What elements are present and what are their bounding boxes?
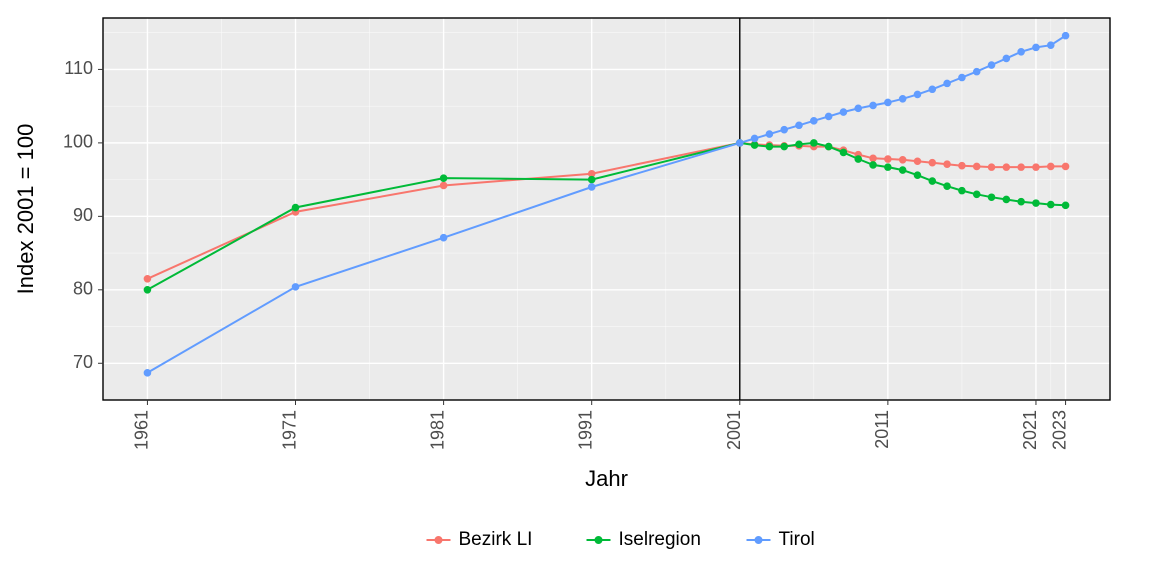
y-tick-label: 80 xyxy=(73,279,93,299)
chart-container: 70 80 90 100 110 1961 1971 1981 1991 2001 2011 2021… xyxy=(0,0,1152,576)
series-point xyxy=(292,284,298,290)
series-point xyxy=(974,191,980,197)
series-point xyxy=(870,162,876,168)
series-point xyxy=(796,122,802,128)
series-point xyxy=(959,74,965,80)
series-point xyxy=(870,102,876,108)
series-point xyxy=(811,118,817,124)
legend-label: Iselregion xyxy=(619,529,701,550)
series-point xyxy=(1033,200,1039,206)
series-point xyxy=(899,96,905,102)
y-axis-title: Index 2001 = 100 xyxy=(13,124,38,295)
series-point xyxy=(1003,196,1009,202)
legend-key-point xyxy=(595,537,602,544)
series-point xyxy=(751,142,757,148)
series-point xyxy=(737,140,743,146)
series-point xyxy=(988,62,994,68)
series-point xyxy=(1048,201,1054,207)
series-point xyxy=(944,183,950,189)
series-point xyxy=(899,167,905,173)
legend-key-point xyxy=(435,537,442,544)
x-tick-label: 1971 xyxy=(280,410,300,450)
legend-key-point xyxy=(755,537,762,544)
series-point xyxy=(825,143,831,149)
series-point xyxy=(1018,49,1024,55)
series-point xyxy=(959,187,965,193)
x-tick-label: 2021 xyxy=(1020,410,1040,450)
x-tick-label: 1981 xyxy=(428,410,448,450)
series-point xyxy=(1003,164,1009,170)
series-point xyxy=(440,234,446,240)
y-tick-label: 70 xyxy=(73,352,93,372)
series-point xyxy=(144,276,150,282)
series-point xyxy=(914,91,920,97)
series-point xyxy=(974,68,980,74)
series-point xyxy=(292,204,298,210)
series-point xyxy=(1062,163,1068,169)
legend-label: Tirol xyxy=(779,529,815,550)
y-tick-label: 110 xyxy=(64,58,93,78)
series-point xyxy=(588,184,594,190)
series-point xyxy=(885,164,891,170)
series-point xyxy=(440,182,446,188)
series-point xyxy=(929,178,935,184)
x-tick-label: 2023 xyxy=(1050,410,1070,450)
series-point xyxy=(899,157,905,163)
series-point xyxy=(929,160,935,166)
series-point xyxy=(1033,44,1039,50)
series-point xyxy=(840,109,846,115)
series-point xyxy=(440,175,446,181)
series-point xyxy=(1033,164,1039,170)
series-point xyxy=(811,140,817,146)
series-point xyxy=(1018,198,1024,204)
series-point xyxy=(929,86,935,92)
series-point xyxy=(840,149,846,155)
series-point xyxy=(959,162,965,168)
series-point xyxy=(588,176,594,182)
series-point xyxy=(885,156,891,162)
series-point xyxy=(766,131,772,137)
series-point xyxy=(1018,164,1024,170)
series-point xyxy=(855,105,861,111)
x-tick-label: 1961 xyxy=(131,410,151,450)
series-point xyxy=(1062,202,1068,208)
series-point xyxy=(944,80,950,86)
series-point xyxy=(781,126,787,132)
series-point xyxy=(870,155,876,161)
series-point xyxy=(1062,32,1068,38)
chart-svg: 70 80 90 100 110 1961 1971 1981 1991 2001 2011 2021… xyxy=(0,0,1152,576)
x-tick-label: 2011 xyxy=(872,410,892,449)
series-point xyxy=(781,143,787,149)
series-point xyxy=(914,158,920,164)
x-tick-label: 1991 xyxy=(576,410,596,450)
x-axis-title: Jahr xyxy=(585,466,628,491)
series-point xyxy=(988,194,994,200)
series-point xyxy=(1048,42,1054,48)
series-point xyxy=(751,135,757,141)
series-point xyxy=(1048,163,1054,169)
series-point xyxy=(144,287,150,293)
series-point xyxy=(988,164,994,170)
legend-label: Bezirk LI xyxy=(459,529,533,550)
series-point xyxy=(1003,55,1009,61)
series-point xyxy=(796,141,802,147)
series-point xyxy=(144,370,150,376)
y-tick-label: 100 xyxy=(63,132,93,152)
series-point xyxy=(855,156,861,162)
series-point xyxy=(974,163,980,169)
y-tick-label: 90 xyxy=(73,205,93,225)
x-tick-label: 2001 xyxy=(724,410,744,450)
series-point xyxy=(914,172,920,178)
series-point xyxy=(766,143,772,149)
series-point xyxy=(825,113,831,119)
series-point xyxy=(944,161,950,167)
series-point xyxy=(885,99,891,105)
